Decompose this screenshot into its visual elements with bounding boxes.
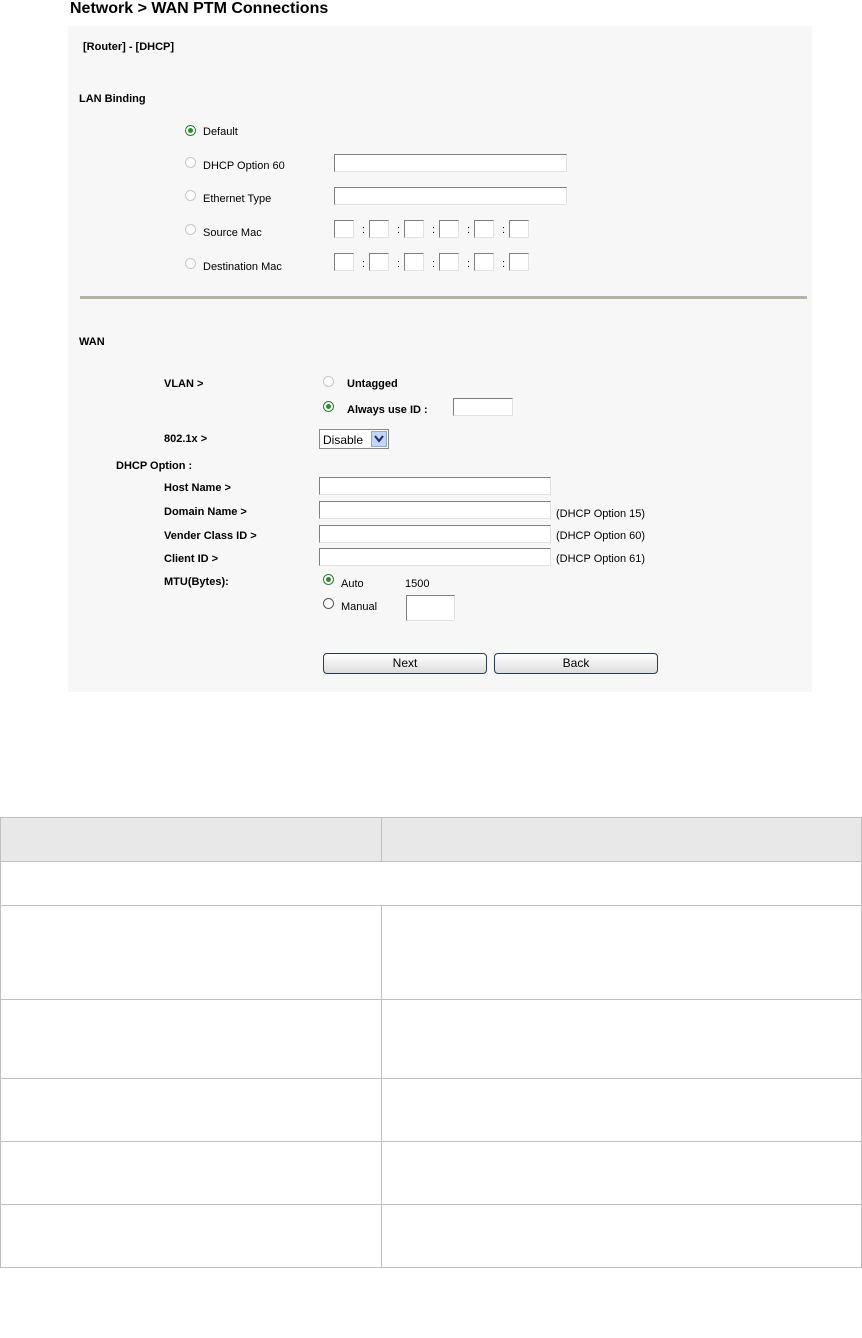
source-mac-octet-3[interactable] xyxy=(404,220,424,238)
table-cell xyxy=(0,1078,382,1142)
client-id-note: (DHCP Option 61) xyxy=(556,553,646,565)
host-name-label: Host Name > xyxy=(164,482,231,494)
vender-class-input[interactable] xyxy=(319,525,551,543)
mac-separator: : xyxy=(397,224,401,236)
vender-class-note: (DHCP Option 60) xyxy=(556,530,646,542)
table-header-cell xyxy=(381,817,862,862)
radio-ethernet-type[interactable] xyxy=(185,190,196,201)
table-cell xyxy=(0,905,382,1000)
table-header-cell xyxy=(0,817,382,862)
table-cell xyxy=(0,1141,382,1205)
page-title: Network > WAN PTM Connections xyxy=(70,0,329,17)
section-divider xyxy=(80,296,807,299)
destination-mac-octet-3[interactable] xyxy=(404,253,424,271)
source-mac-octet-4[interactable] xyxy=(439,220,459,238)
table-row xyxy=(0,1204,862,1268)
radio-mtu-auto[interactable] xyxy=(323,574,334,585)
untagged-label: Untagged xyxy=(347,378,398,390)
mac-separator: : xyxy=(397,258,401,270)
radio-always-use-id[interactable] xyxy=(323,401,334,412)
table-row xyxy=(0,1078,862,1142)
mac-separator: : xyxy=(432,258,436,270)
mac-separator: : xyxy=(502,224,506,236)
table-cell xyxy=(0,1204,382,1268)
source-mac-label: Source Mac xyxy=(203,227,262,239)
dot1x-label: 802.1x > xyxy=(164,433,208,445)
radio-destination-mac[interactable] xyxy=(185,258,196,269)
settings-panel xyxy=(68,26,812,692)
destination-mac-octet-4[interactable] xyxy=(439,253,459,271)
host-name-input[interactable] xyxy=(319,477,551,495)
mac-separator: : xyxy=(362,224,366,236)
mtu-manual-input[interactable] xyxy=(406,595,455,621)
radio-source-mac[interactable] xyxy=(185,224,196,235)
table-cell xyxy=(381,999,862,1079)
source-mac-octet-2[interactable] xyxy=(369,220,389,238)
vender-class-label: Vender Class ID > xyxy=(164,530,257,542)
table-section-cell xyxy=(0,861,862,906)
client-id-label: Client ID > xyxy=(164,553,219,565)
destination-mac-label: Destination Mac xyxy=(203,261,282,273)
radio-default[interactable] xyxy=(185,125,196,136)
source-mac-octet-5[interactable] xyxy=(474,220,494,238)
chevron-down-icon[interactable] xyxy=(371,431,387,447)
dot1x-select[interactable]: Disable xyxy=(319,429,389,449)
source-mac-octet-1[interactable] xyxy=(334,220,354,238)
description-table xyxy=(0,817,862,1268)
wan-heading: WAN xyxy=(79,336,105,348)
table-row xyxy=(0,1141,862,1205)
lan-binding-heading: LAN Binding xyxy=(79,93,146,105)
table-cell xyxy=(0,999,382,1079)
destination-mac-octet-6[interactable] xyxy=(509,253,529,271)
always-use-id-label: Always use ID : xyxy=(347,404,428,416)
vlan-label: VLAN > xyxy=(164,378,204,390)
table-section-row xyxy=(0,861,862,906)
dhcp-option-60-input[interactable] xyxy=(334,154,567,172)
destination-mac-octet-5[interactable] xyxy=(474,253,494,271)
mac-separator: : xyxy=(362,258,366,270)
destination-mac-octet-2[interactable] xyxy=(369,253,389,271)
dhcp-option-60-label: DHCP Option 60 xyxy=(203,160,285,172)
dot1x-value: Disable xyxy=(323,433,364,447)
client-id-input[interactable] xyxy=(319,548,551,566)
mtu-label: MTU(Bytes): xyxy=(164,576,229,588)
destination-mac-octet-1[interactable] xyxy=(334,253,354,271)
radio-mtu-manual[interactable] xyxy=(323,598,334,609)
table-cell xyxy=(381,1204,862,1268)
mac-separator: : xyxy=(432,224,436,236)
next-button[interactable]: Next xyxy=(323,653,487,674)
table-header-row xyxy=(0,817,862,862)
radio-dhcp-option-60[interactable] xyxy=(185,157,196,168)
ethernet-type-label: Ethernet Type xyxy=(203,193,272,205)
default-label: Default xyxy=(203,126,238,138)
mac-separator: : xyxy=(467,224,471,236)
mac-separator: : xyxy=(502,258,506,270)
radio-untagged[interactable] xyxy=(323,376,334,387)
mtu-manual-label: Manual xyxy=(341,601,378,613)
table-cell xyxy=(381,1078,862,1142)
source-mac-octet-6[interactable] xyxy=(509,220,529,238)
mac-separator: : xyxy=(467,258,471,270)
domain-name-label: Domain Name > xyxy=(164,506,247,518)
table-cell xyxy=(381,1141,862,1205)
ethernet-type-input[interactable] xyxy=(334,187,567,205)
mtu-auto-value: 1500 xyxy=(405,578,430,590)
table-cell xyxy=(381,905,862,1000)
domain-name-note: (DHCP Option 15) xyxy=(556,508,646,520)
mtu-auto-label: Auto xyxy=(341,578,364,590)
back-button[interactable]: Back xyxy=(494,653,658,674)
dhcp-option-heading: DHCP Option : xyxy=(116,460,193,472)
connection-mode: [Router] - [DHCP] xyxy=(83,41,175,53)
domain-name-input[interactable] xyxy=(319,501,551,519)
vlan-id-input[interactable] xyxy=(453,398,513,416)
table-row xyxy=(0,905,862,1000)
table-row xyxy=(0,999,862,1079)
